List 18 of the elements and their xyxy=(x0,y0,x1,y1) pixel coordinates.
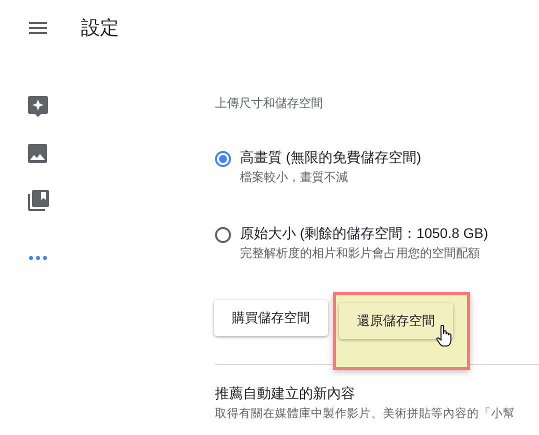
page-title: 設定 xyxy=(81,17,119,41)
option-description: 完整解析度的相片和影片會占用您的空間配額 xyxy=(240,245,481,262)
buy-storage-button[interactable]: 購買儲存空間 xyxy=(214,300,328,336)
albums-icon[interactable] xyxy=(28,190,49,211)
radio-button[interactable] xyxy=(215,227,231,243)
radio-button[interactable] xyxy=(215,151,231,167)
image-icon[interactable] xyxy=(28,144,47,163)
restore-button[interactable]: 還原儲存空間 xyxy=(339,303,453,339)
option-description: 檔案較小，畫質不減 xyxy=(240,169,349,186)
sparkle-icon[interactable] xyxy=(28,96,48,117)
menu-icon[interactable] xyxy=(29,22,47,34)
more-icon[interactable] xyxy=(29,256,47,260)
section-label: 上傳尺寸和儲存空間 xyxy=(215,95,324,112)
option-title: 高畫質 (無限的免費儲存空間) xyxy=(240,149,422,167)
option-title: 原始大小 (剩餘的儲存空間：1050.8 GB) xyxy=(240,225,488,243)
hand-cursor-icon xyxy=(436,325,452,347)
section-description: 取得有關在媒體庫中製作影片、美術拼貼等內容的「小幫 xyxy=(215,406,516,421)
section-title: 推薦自動建立的新內容 xyxy=(215,385,356,403)
